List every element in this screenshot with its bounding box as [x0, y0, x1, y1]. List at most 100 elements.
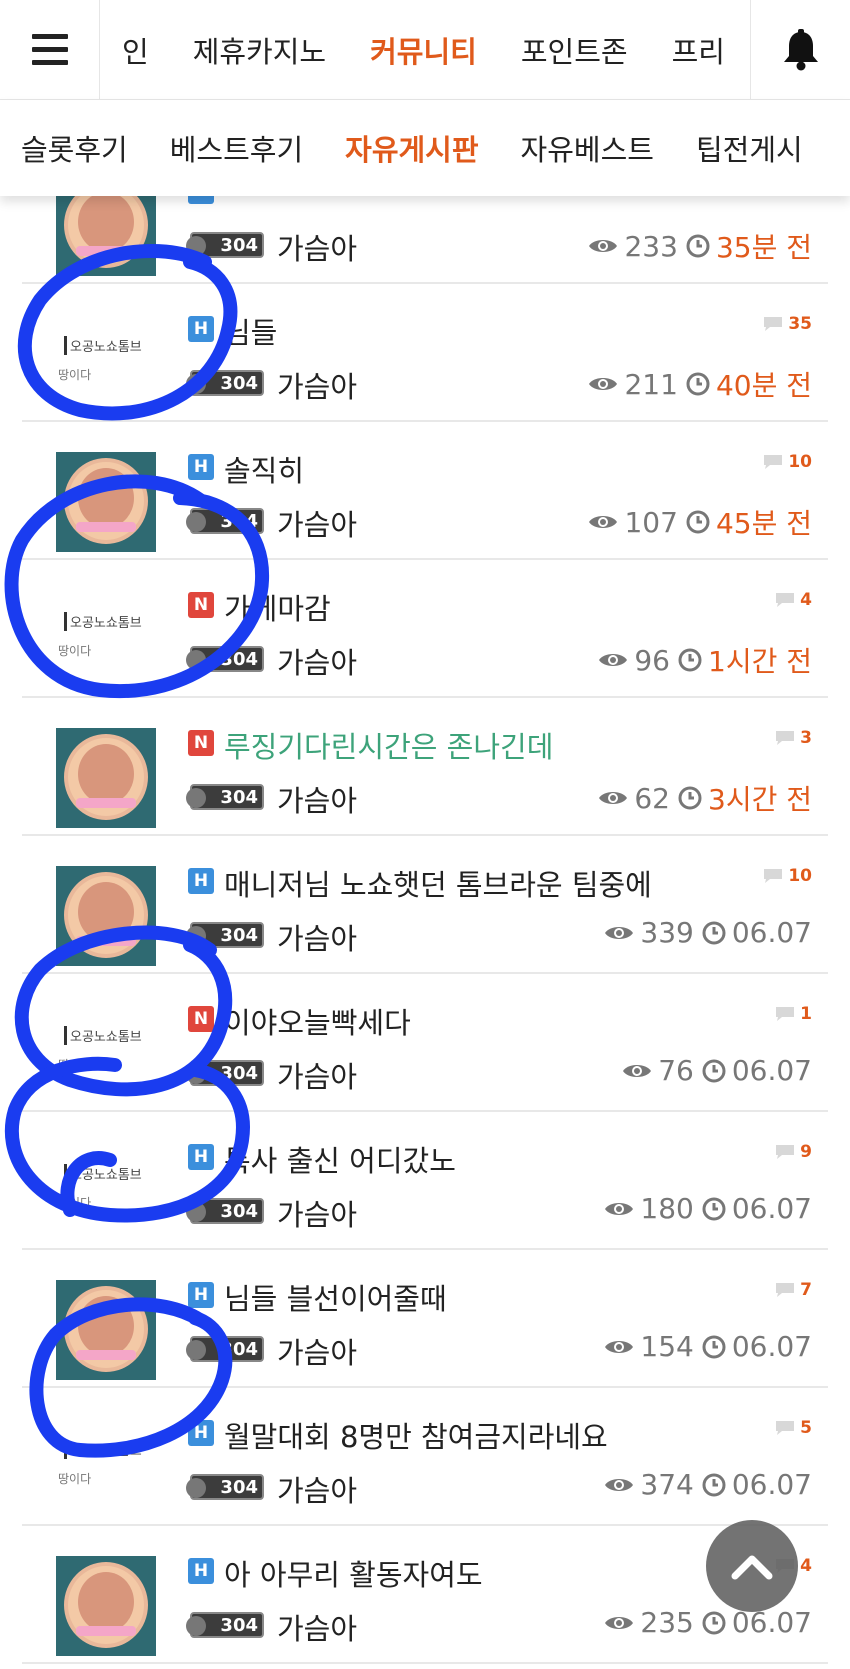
comment-count-value: 10 — [788, 452, 812, 472]
view-count: 107 — [624, 505, 678, 539]
post-title[interactable]: 매니저님 노쇼햇던 톰브라운 팀중에 — [224, 862, 652, 904]
comment-icon — [776, 1145, 795, 1159]
eye-icon — [589, 378, 618, 390]
avatar-text: 땅이다 — [58, 368, 92, 382]
avatar: 오공노쇼톰브 땅이다 — [56, 1004, 156, 1104]
avatar: 오공노쇼톰브 땅이다 — [56, 590, 156, 690]
post-author[interactable]: 가슴아 — [277, 226, 357, 268]
clock-icon — [702, 1197, 726, 1220]
top-menu-item-partner-casino[interactable]: 제휴카지노 — [171, 29, 348, 71]
level-badge: 304 — [186, 784, 264, 810]
post-time: 06.07 — [731, 1054, 812, 1087]
post-author[interactable]: 가슴아 — [277, 1330, 357, 1372]
view-count: 96 — [634, 643, 670, 677]
hamburger-menu-button[interactable] — [0, 0, 100, 100]
post-time: 06.07 — [731, 1330, 812, 1363]
tab-free-best[interactable]: 자유베스트 — [500, 127, 675, 169]
post-meta: 76 06.07 — [622, 1054, 812, 1087]
post-title[interactable]: 월말대회 8명만 참여금지라네요 — [224, 1414, 608, 1456]
post-title[interactable]: 톡사 출신 어디갔노 — [224, 1138, 456, 1180]
post-title[interactable]: 님들 — [224, 310, 277, 352]
post-meta: 233 35분 전 — [588, 226, 812, 266]
post-title[interactable]: 이야오늘빡세다 — [224, 1000, 411, 1042]
avatar-text: 오공노쇼톰브 — [64, 1164, 142, 1183]
post-author[interactable]: 가슴아 — [277, 778, 357, 820]
avatar-text: 땅이다 — [58, 644, 92, 658]
top-menu-item[interactable]: 인 — [100, 29, 171, 71]
eye-icon — [605, 1202, 634, 1215]
post-author[interactable]: 가슴아 — [277, 502, 357, 544]
eye-icon — [589, 516, 618, 528]
view-count: 339 — [640, 916, 694, 949]
scroll-to-top-button[interactable] — [706, 1520, 798, 1612]
view-count: 62 — [634, 781, 670, 815]
tab-best-reviews[interactable]: 베스트후기 — [149, 127, 324, 169]
post-title[interactable]: 아 아무리 활동자여도 — [224, 1552, 483, 1594]
post-row[interactable]: 오공노쇼톰브 땅이다 H 월말대회 8명만 참여금지라네요 5 304 가슴아 374 06.0… — [22, 1388, 828, 1526]
top-menu-item-point-zone[interactable]: 포인트존 — [499, 29, 650, 71]
post-title[interactable]: 가게마감 — [224, 586, 331, 628]
comment-count: 9 — [774, 1142, 812, 1162]
top-menu-item-community[interactable]: 커뮤니티 — [348, 29, 499, 71]
hot-badge: H — [188, 1558, 214, 1584]
eye-icon — [605, 1616, 634, 1629]
clock-icon — [678, 648, 702, 672]
post-author[interactable]: 가슴아 — [277, 1606, 357, 1648]
level-badge: 304 — [186, 508, 264, 534]
post-meta: 211 40분 전 — [588, 364, 812, 404]
new-badge: N — [188, 1006, 214, 1032]
clock-icon — [678, 786, 702, 810]
comment-icon — [776, 593, 795, 607]
eye-icon — [605, 926, 634, 939]
avatar: 오공노쇼톰브 땅이다 — [56, 1418, 156, 1518]
post-row[interactable]: 오공노쇼톰브 땅이다 N 가게마감 4 304 가슴아 96 1시간 전 — [22, 560, 828, 698]
notifications-button[interactable] — [750, 0, 850, 100]
eye-icon — [605, 1478, 634, 1491]
post-title[interactable]: 솔직히 — [224, 448, 304, 490]
post-row[interactable]: 오공노쇼톰브 땅이다 N 이야오늘빡세다 1 304 가슴아 76 06.07 — [22, 974, 828, 1112]
post-author[interactable]: 가슴아 — [277, 1054, 357, 1096]
level-badge: 304 — [186, 1612, 264, 1638]
comment-count-value: 1 — [800, 1004, 812, 1024]
post-author[interactable]: 가슴아 — [277, 1192, 357, 1234]
avatar — [56, 728, 156, 828]
post-row[interactable]: 오공노쇼톰브 땅이다 H 님들 35 304 가슴아 211 40분 전 — [22, 284, 828, 422]
comment-count: 35 — [762, 314, 812, 334]
comment-count: 10 — [762, 452, 812, 472]
new-badge: N — [188, 730, 214, 756]
post-row[interactable]: H 아 아무리 활동자여도 4 304 가슴아 235 06.07 — [22, 1526, 828, 1664]
view-count: 235 — [640, 1606, 694, 1639]
comment-count-value: 7 — [800, 1280, 812, 1300]
level-badge: 304 — [186, 232, 264, 258]
post-time: 35분 전 — [715, 231, 812, 264]
post-title[interactable]: 님들 블선이어줄때 — [224, 1276, 447, 1318]
post-meta: 339 06.07 — [604, 916, 812, 949]
post-list: H304가슴아23335분 전오공노쇼톰브땅이다H님들35304가슴아21140… — [22, 146, 828, 1664]
clock-icon — [702, 1611, 726, 1634]
hot-badge: H — [188, 1282, 214, 1308]
post-row[interactable]: N 루징기다린시간은 존나긴데 3 304 가슴아 62 3시간 전 — [22, 698, 828, 836]
clock-icon — [702, 921, 726, 944]
view-count: 154 — [640, 1330, 694, 1363]
tab-tip-board[interactable]: 팁전게시 — [675, 127, 824, 169]
post-author[interactable]: 가슴아 — [277, 916, 357, 958]
clock-icon — [702, 1473, 726, 1496]
eye-icon — [605, 1340, 634, 1353]
bell-icon — [783, 28, 818, 70]
post-author[interactable]: 가슴아 — [277, 640, 357, 682]
post-title[interactable]: 루징기다린시간은 존나긴데 — [224, 724, 553, 766]
top-menu-item-free[interactable]: 프리 — [650, 29, 747, 71]
post-author[interactable]: 가슴아 — [277, 1468, 357, 1510]
post-row[interactable]: H 님들 블선이어줄때 7 304 가슴아 154 06.07 — [22, 1250, 828, 1388]
comment-icon — [776, 1283, 795, 1297]
comment-count: 10 — [762, 866, 812, 886]
post-row[interactable]: 오공노쇼톰브 땅이다 H 톡사 출신 어디갔노 9 304 가슴아 180 06.07 — [22, 1112, 828, 1250]
post-row[interactable]: H 매니저님 노쇼햇던 톰브라운 팀중에 10 304 가슴아 339 06.07 — [22, 836, 828, 974]
tab-free-board[interactable]: 자유게시판 — [324, 127, 499, 169]
post-meta: 154 06.07 — [604, 1330, 812, 1363]
post-author[interactable]: 가슴아 — [277, 364, 357, 406]
hamburger-menu-icon — [31, 30, 68, 69]
level-badge: 304 — [186, 646, 264, 672]
post-row[interactable]: H 솔직히 10 304 가슴아 107 45분 전 — [22, 422, 828, 560]
tab-slot-reviews[interactable]: 슬롯후기 — [0, 127, 149, 169]
